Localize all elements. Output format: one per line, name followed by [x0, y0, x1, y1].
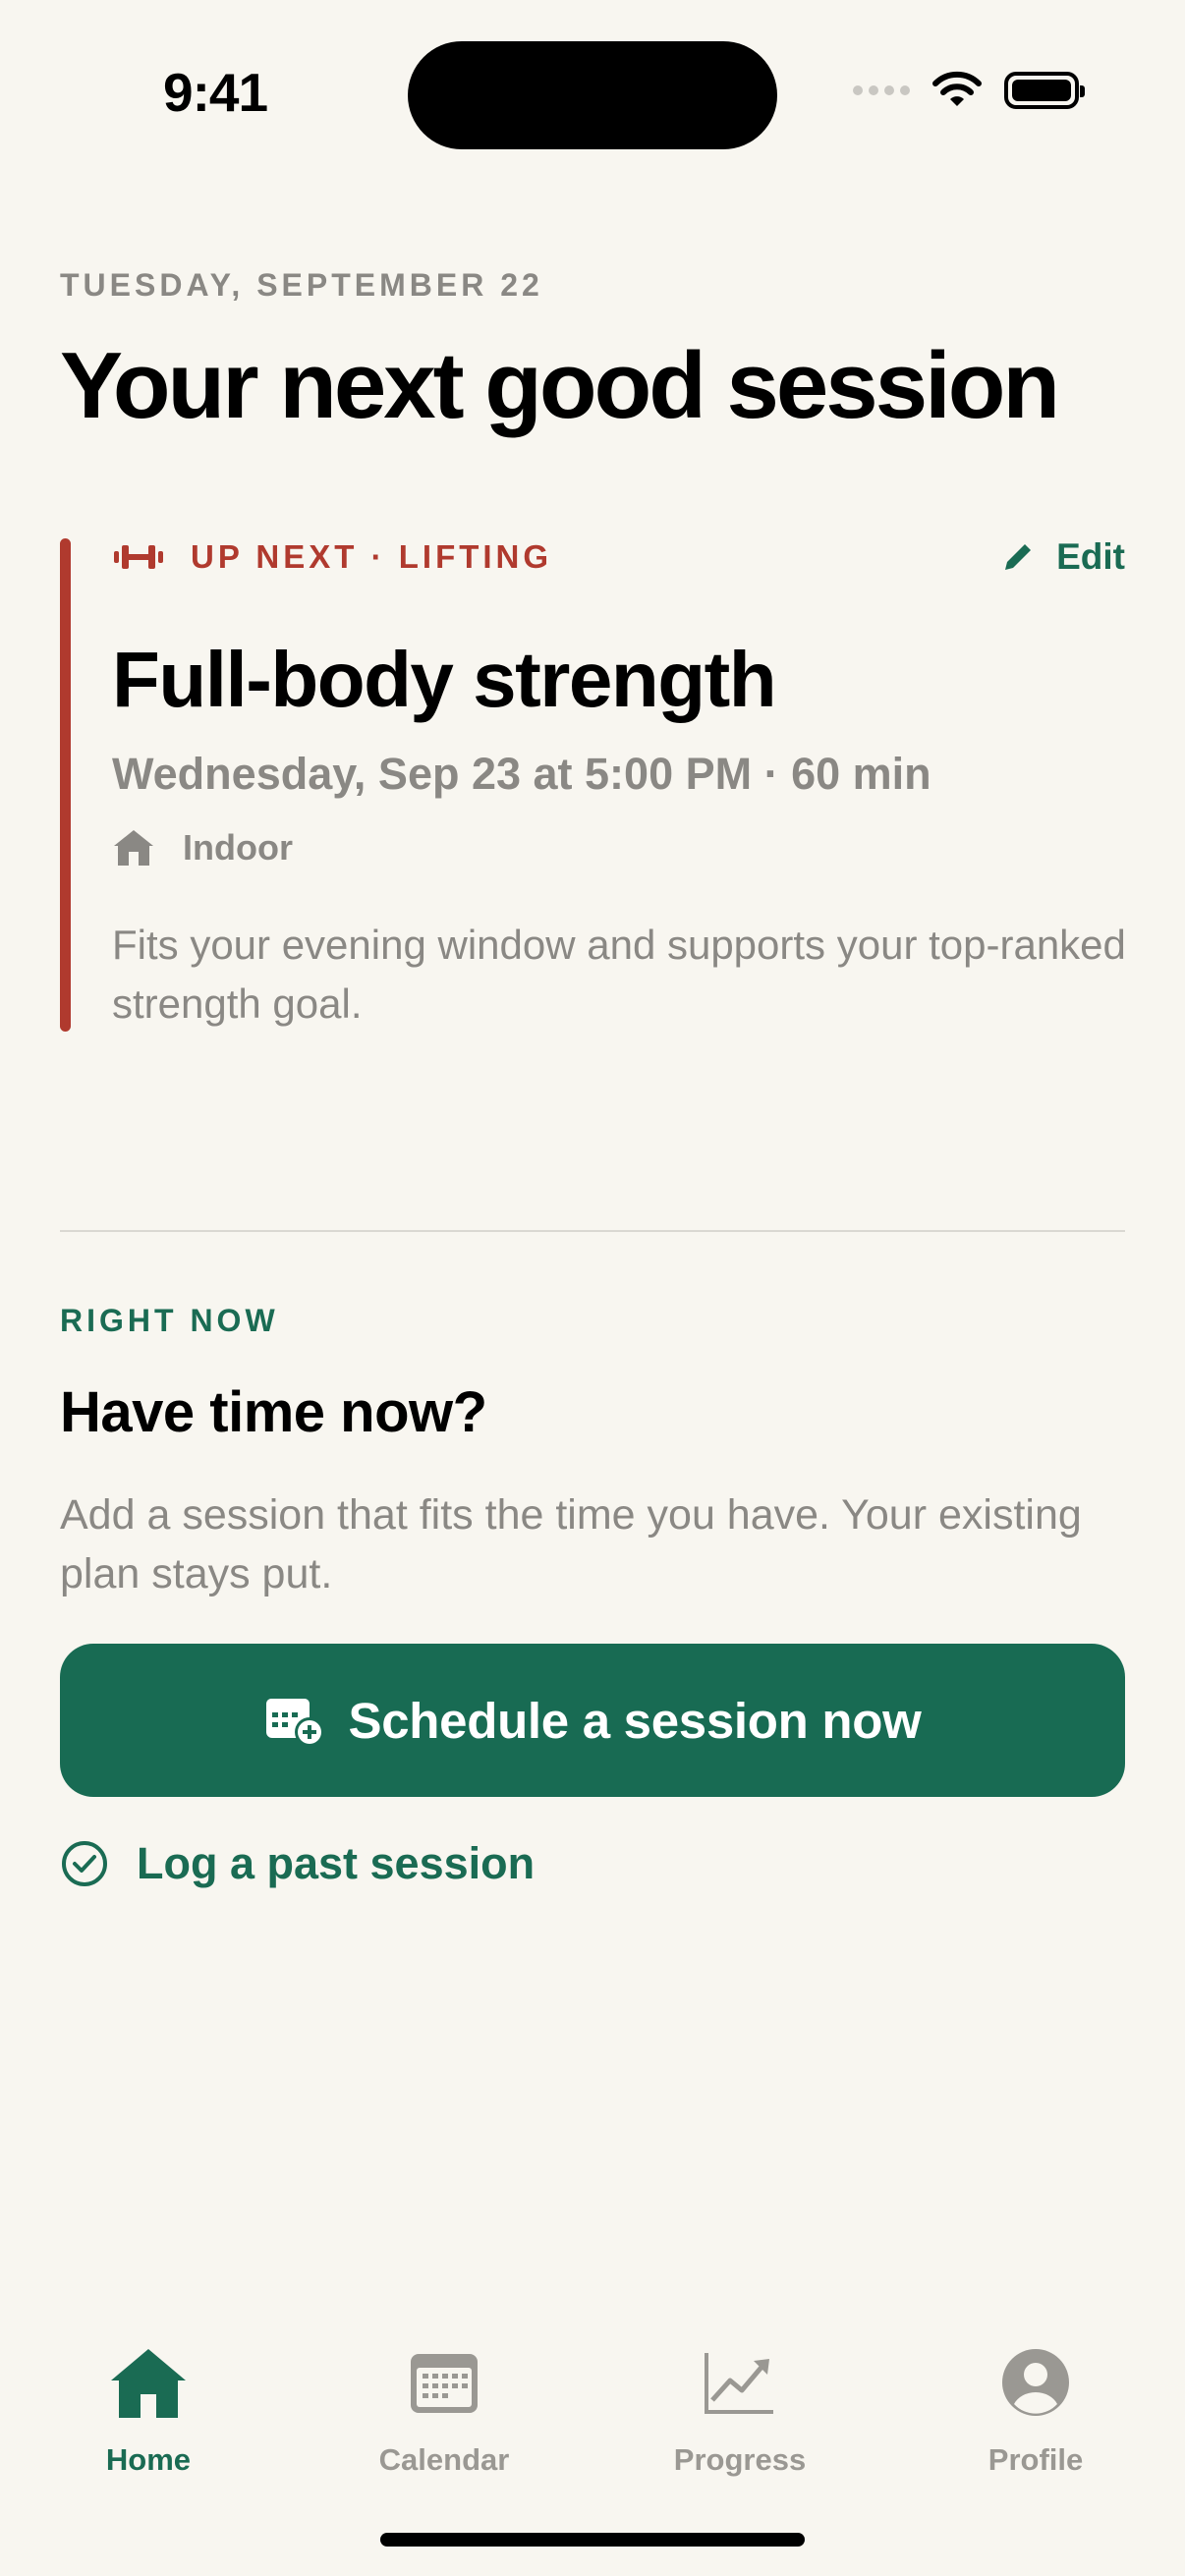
log-past-session-label: Log a past session: [137, 1838, 536, 1888]
tab-progress-label: Progress: [673, 2442, 807, 2477]
tab-calendar-label: Calendar: [378, 2442, 510, 2477]
profile-icon: [1002, 2349, 1069, 2416]
home-indicator: [380, 2533, 805, 2547]
session-location: Indoor: [112, 827, 293, 868]
tab-profile-label: Profile: [988, 2442, 1084, 2477]
right-now-description: Add a session that fits the time you hav…: [60, 1491, 1082, 1597]
section-divider: [60, 1230, 1125, 1232]
chart-icon: [705, 2353, 773, 2414]
dynamic-island: [408, 41, 777, 149]
up-next-card[interactable]: UP NEXT · LIFTING Edit Full-body strengt…: [60, 536, 1126, 1032]
tab-bar: Home Calendar Progress Profile: [0, 2338, 1185, 2486]
dumbbell-icon: [114, 545, 163, 569]
schedule-session-label: Schedule a session now: [348, 1692, 922, 1749]
tab-profile[interactable]: Profile: [937, 2338, 1134, 2478]
right-now-eyebrow: RIGHT NOW: [60, 1303, 279, 1338]
tab-progress[interactable]: Progress: [642, 2338, 838, 2478]
location-label: Indoor: [183, 827, 293, 868]
check-circle-icon: [62, 1841, 107, 1886]
schedule-session-button[interactable]: Schedule a session now: [60, 1644, 1125, 1797]
edit-label: Edit: [1056, 536, 1125, 577]
session-datetime: Wednesday, Sep 23 at 5:00 PM · 60 min: [112, 749, 931, 799]
up-next-eyebrow: UP NEXT · LIFTING: [114, 538, 552, 576]
calendar-icon: [411, 2354, 478, 2413]
tab-home-label: Home: [105, 2442, 192, 2477]
wifi-icon: [932, 71, 982, 106]
tab-home[interactable]: Home: [50, 2338, 247, 2478]
up-next-label: UP NEXT · LIFTING: [191, 538, 553, 575]
pencil-icon: [1005, 544, 1032, 570]
house-icon: [114, 830, 153, 866]
date-label: TUESDAY, SEPTEMBER 22: [60, 267, 543, 303]
tab-calendar[interactable]: Calendar: [346, 2338, 542, 2478]
battery-icon: [1004, 72, 1085, 109]
right-now-title: Have time now?: [60, 1380, 487, 1444]
home-icon: [111, 2349, 186, 2418]
edit-button[interactable]: Edit: [1001, 536, 1125, 578]
session-description: Fits your evening window and supports yo…: [112, 922, 1126, 1027]
calendar-add-icon: [265, 1699, 324, 1747]
session-title: Full-body strength: [112, 636, 777, 723]
page-title: Your next good session: [60, 333, 1060, 438]
card-accent-bar: [60, 538, 71, 1032]
status-time: 9:41: [163, 62, 268, 123]
status-icons: [853, 71, 1085, 110]
log-past-session-link[interactable]: Log a past session: [60, 1838, 535, 1889]
cellular-signal-icon: [853, 85, 910, 95]
